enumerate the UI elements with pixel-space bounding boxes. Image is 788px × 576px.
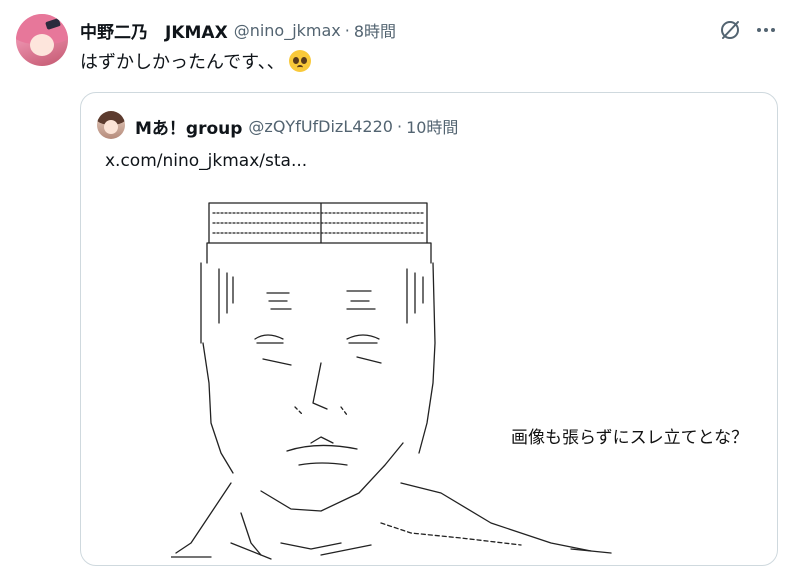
pleading-face-emoji <box>288 50 311 72</box>
quote-author-display-name[interactable]: Mあ！group <box>135 114 242 139</box>
grok-icon <box>721 21 739 39</box>
quote-author-handle[interactable]: @zQYfUfDizL4220 <box>248 117 393 136</box>
image-caption: 画像も張らずにスレ立てとな？ <box>511 428 749 448</box>
quote-timestamp[interactable]: 10時間 <box>406 114 458 138</box>
avatar-face <box>30 34 54 56</box>
tweet-text-content: はずかしかったんです、、 <box>80 52 285 73</box>
quote-header: Mあ！group @zQYfUfDizL4220 · 10時間 <box>135 113 458 139</box>
quote-author-avatar[interactable] <box>97 111 125 139</box>
tweet-header: 中野二乃 JKMAX @nino_jkmax · 8時間 <box>80 14 396 46</box>
tweet-timestamp[interactable]: 8時間 <box>354 18 396 42</box>
author-handle[interactable]: @nino_jkmax <box>234 21 341 40</box>
author-display-name[interactable]: 中野二乃 JKMAX <box>80 18 228 43</box>
more-icon <box>757 28 775 32</box>
grok-button[interactable] <box>716 16 744 44</box>
more-options-button[interactable] <box>752 16 780 44</box>
tweet-text: はずかしかったんです、、 <box>80 48 311 74</box>
quote-link-text[interactable]: x.com/nino_jkmax/sta... <box>105 151 307 171</box>
quote-tweet-card[interactable]: Mあ！group @zQYfUfDizL4220 · 10時間 x.com/ni… <box>80 92 778 566</box>
quote-separator-dot: · <box>396 116 403 136</box>
separator-dot: · <box>344 20 350 40</box>
ascii-art-image[interactable] <box>171 193 771 565</box>
author-avatar[interactable] <box>16 14 68 66</box>
